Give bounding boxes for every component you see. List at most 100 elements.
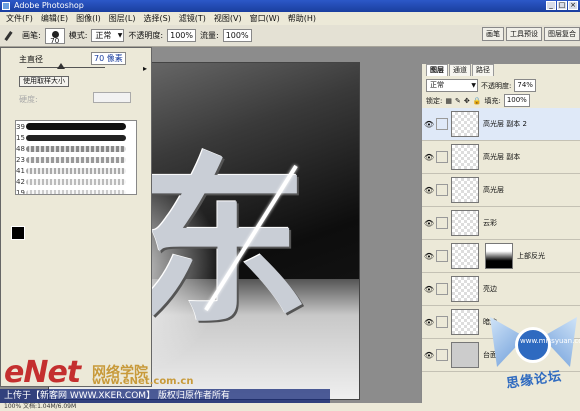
link-box[interactable] [436,184,448,196]
brush-preset[interactable]: 19 [16,187,136,194]
eye-icon[interactable]: 👁 [422,351,436,360]
layer-row[interactable]: 👁 高光层 副本 [422,141,580,174]
window-controls: _ □ × [546,1,578,10]
lock-move-icon[interactable]: ✥ [464,97,470,105]
layers-panel-tabs: 图层 通道 路径 [422,64,580,76]
brush-label: 画笔: [22,31,41,40]
menu-file[interactable]: 文件(F) [2,12,37,25]
layer-name: 上部反光 [517,252,545,260]
lock-label: 锁定: [426,96,443,105]
eye-icon[interactable]: 👁 [422,153,436,162]
menu-edit[interactable]: 编辑(E) [37,12,72,25]
panel-menu-arrow-icon[interactable]: ▸ [143,64,147,73]
menu-window[interactable]: 窗口(W) [246,12,284,25]
brush-preset[interactable]: 39 [16,121,136,132]
brush-number: 15 [16,133,25,142]
brush-stroke-preview [26,145,126,152]
diameter-field[interactable]: 70 像素 [91,52,126,65]
lock-brush-icon[interactable]: ✎ [455,97,461,105]
menu-help[interactable]: 帮助(H) [284,12,320,25]
layer-row[interactable]: 👁 上部反光 [422,240,580,273]
brush-preset[interactable]: 15 [16,132,136,143]
brush-number: 42 [16,177,25,186]
tab-layers[interactable]: 图层 [426,64,448,76]
menu-image[interactable]: 图像(I) [72,12,105,25]
menu-filter[interactable]: 滤镜(T) [175,12,210,25]
palette-well: 画笔 工具预设 图层复合 [482,27,580,41]
brush-preset[interactable]: 48 [16,143,136,154]
brush-link-icon[interactable] [436,118,448,130]
use-sample-size-button[interactable]: 使用取样大小 [19,76,69,87]
layer-name: 高光层 副本 [483,153,521,161]
link-box[interactable] [436,217,448,229]
close-button[interactable]: × [568,1,578,10]
palette-tab-tool-presets[interactable]: 工具预设 [506,27,542,41]
mode-select[interactable]: 正常 [91,29,125,42]
layer-thumbnail [451,243,479,269]
opacity-field[interactable]: 100% [167,29,196,42]
lock-all-icon[interactable]: 🔒 [473,97,482,105]
foreground-color[interactable] [11,226,25,240]
link-box[interactable] [436,283,448,295]
eye-icon[interactable]: 👁 [422,219,436,228]
stamp-url: www.missyuan.com [520,337,580,345]
brush-tool-icon[interactable] [4,29,18,43]
tab-paths[interactable]: 路径 [472,64,494,76]
layer-opacity-label: 不透明度: [481,81,512,90]
layer-row[interactable]: 👁 高光层 副本 2 [422,108,580,141]
layer-row[interactable]: 👁 云彩 [422,207,580,240]
link-box[interactable] [436,250,448,262]
brush-stroke-preview [26,178,126,185]
palette-tab-brushes[interactable]: 画笔 [482,27,504,41]
opacity-label: 不透明度: [128,31,164,40]
brush-number: 23 [16,155,25,164]
layer-thumbnail [451,177,479,203]
hardness-label: 硬度: [19,95,38,104]
minimize-button[interactable]: _ [546,1,556,10]
lock-transparency-icon[interactable]: ▦ [445,97,452,105]
link-box[interactable] [436,151,448,163]
brush-preset[interactable]: 23 [16,154,136,165]
layer-thumbnail [451,210,479,236]
eye-icon[interactable]: 👁 [422,186,436,195]
layer-name: 高光层 [483,186,504,194]
brush-preset[interactable]: 41 [16,165,136,176]
brush-preset-list[interactable]: 39 15 48 23 41 42 19 [15,120,137,195]
layer-mask-thumbnail[interactable] [485,243,513,269]
layer-thumbnail [451,342,479,368]
layer-row[interactable]: 👁 高光层 [422,174,580,207]
brush-preset[interactable]: 42 [16,176,136,187]
slider-knob[interactable] [57,63,65,69]
menu-view[interactable]: 视图(V) [210,12,246,25]
brush-size: 70 [50,36,60,45]
brush-stroke-preview [26,189,126,194]
status-bar: 100% 文档:1.04M/6.09M [0,403,580,411]
fill-label: 填充: [484,96,501,105]
brush-number: 39 [16,122,25,131]
blend-mode-select[interactable]: 正常 [426,79,478,92]
link-box[interactable] [436,316,448,328]
fill-field[interactable]: 100% [503,94,530,107]
flow-field[interactable]: 100% [222,29,252,42]
brush-stroke-preview [26,167,126,174]
brush-number: 48 [16,144,25,153]
menu-layer[interactable]: 图层(L) [105,12,140,25]
photoshop-app-icon [2,2,10,10]
maximize-button[interactable]: □ [557,1,567,10]
canvas-character: 东 [129,137,310,348]
menu-select[interactable]: 选择(S) [139,12,174,25]
diameter-slider[interactable] [27,63,105,69]
brush-picker[interactable]: 70 [44,27,65,45]
eye-icon[interactable]: 👁 [422,285,436,294]
tab-channels[interactable]: 通道 [449,64,471,76]
eye-icon[interactable]: 👁 [422,318,436,327]
layer-opacity-field[interactable]: 74% [514,79,536,92]
title-bar: Adobe Photoshop _ □ × [0,0,580,12]
layer-row[interactable]: 👁 亮边 [422,273,580,306]
brush-stroke-preview [26,123,126,130]
stamp-emblem-icon [515,327,551,363]
palette-tab-layer-comps[interactable]: 图层复合 [544,27,580,41]
eye-icon[interactable]: 👁 [422,120,436,129]
link-box[interactable] [436,349,448,361]
eye-icon[interactable]: 👁 [422,252,436,261]
